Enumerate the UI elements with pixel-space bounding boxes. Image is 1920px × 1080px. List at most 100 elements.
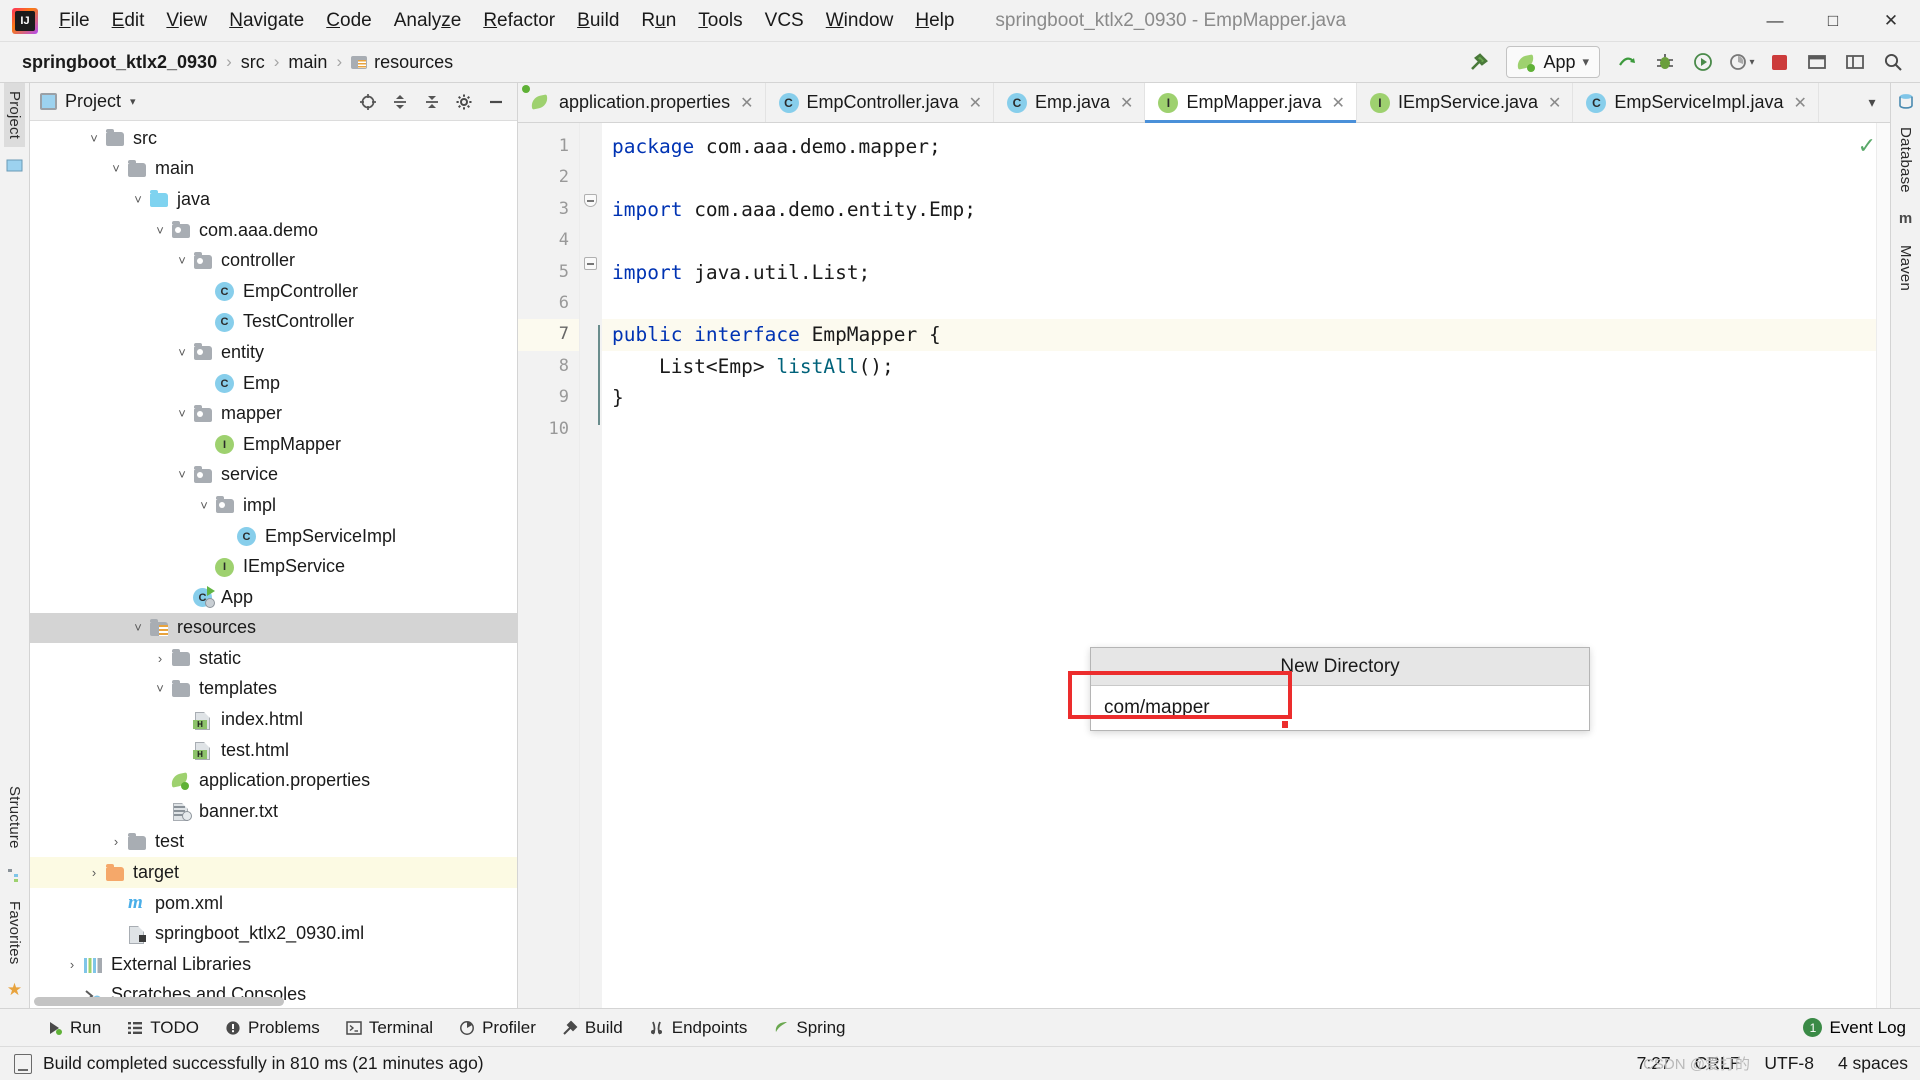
fold-marker-import[interactable] bbox=[584, 257, 597, 270]
code-editor[interactable]: 1 2 3 4 5 6 7 8 9 10 package com.aaa.demo.mapper;… bbox=[518, 123, 1890, 1008]
tree-node-banner-txt[interactable]: banner.txt bbox=[30, 796, 517, 827]
code-folding-gutter[interactable] bbox=[580, 123, 602, 1008]
tree-node-com-aaa-demo[interactable]: ˅ com.aaa.demo bbox=[30, 215, 517, 246]
tree-node-app[interactable]: C App bbox=[30, 582, 517, 613]
line-number[interactable]: 1 bbox=[518, 131, 579, 162]
chevron-down-icon[interactable]: ˅ bbox=[172, 345, 192, 360]
tree-node-springboot-ktlx2-0930-iml[interactable]: springboot_ktlx2_0930.iml bbox=[30, 918, 517, 949]
tree-node-empcontroller[interactable]: C EmpController bbox=[30, 276, 517, 307]
new-directory-dialog[interactable]: New Directory com/mapper bbox=[1090, 647, 1590, 731]
breadcrumb-src[interactable]: src bbox=[241, 52, 265, 73]
build-hammer-icon[interactable] bbox=[1462, 46, 1496, 78]
tab-close-icon[interactable]: ✕ bbox=[740, 93, 753, 113]
event-log-button[interactable]: 1 Event Log bbox=[1803, 1018, 1906, 1038]
updates-icon[interactable] bbox=[1800, 46, 1834, 78]
profile-icon[interactable]: ▾ bbox=[1724, 46, 1758, 78]
rail-tab-project[interactable]: Project bbox=[4, 83, 25, 148]
tree-node-static[interactable]: › static bbox=[30, 643, 517, 674]
code-line[interactable]: } bbox=[602, 382, 1890, 413]
new-directory-input[interactable]: com/mapper bbox=[1091, 686, 1589, 730]
tab-close-icon[interactable]: ✕ bbox=[1548, 93, 1561, 113]
editor-tab-emp-java[interactable]: C Emp.java ✕ bbox=[994, 83, 1146, 122]
inspection-ok-icon[interactable]: ✓ bbox=[1858, 133, 1876, 159]
rail-tab-database[interactable]: Database bbox=[1895, 119, 1916, 201]
error-stripe-scrollbar[interactable] bbox=[1876, 123, 1890, 1008]
menu-tools[interactable]: Tools bbox=[687, 6, 753, 36]
chevron-down-icon[interactable]: ˅ bbox=[172, 406, 192, 421]
rail-tab-favorites[interactable]: Favorites bbox=[4, 893, 25, 973]
project-tree[interactable]: ˅ src ˅ main ˅ java ˅ com.aaa.demo ˅ controller C E… bbox=[30, 121, 517, 1008]
menu-help[interactable]: Help bbox=[904, 6, 965, 36]
menu-edit[interactable]: Edit bbox=[101, 6, 156, 36]
code-line[interactable]: import com.aaa.demo.entity.Emp; bbox=[602, 194, 1890, 225]
tree-node-external-libraries[interactable]: › External Libraries bbox=[30, 949, 517, 980]
editor-tab-empmapper-java[interactable]: I EmpMapper.java ✕ bbox=[1145, 83, 1357, 123]
menu-build[interactable]: Build bbox=[566, 6, 630, 36]
tree-node-templates[interactable]: ˅ templates bbox=[30, 674, 517, 705]
line-number[interactable]: 4 bbox=[518, 225, 579, 256]
tabs-overflow-icon[interactable]: ▾ bbox=[1854, 83, 1890, 122]
code-line[interactable] bbox=[602, 225, 1890, 256]
menu-window[interactable]: Window bbox=[815, 6, 905, 36]
chevron-down-icon[interactable]: ˅ bbox=[194, 498, 214, 513]
line-number[interactable]: 2 bbox=[518, 162, 579, 193]
chevron-down-icon[interactable]: ˅ bbox=[84, 131, 104, 146]
stop-icon[interactable] bbox=[1762, 46, 1796, 78]
run-with-coverage-icon[interactable] bbox=[1610, 46, 1644, 78]
file-encoding[interactable]: UTF-8 bbox=[1764, 1053, 1814, 1074]
search-everywhere-icon[interactable] bbox=[1876, 46, 1910, 78]
tree-node-service[interactable]: ˅ service bbox=[30, 460, 517, 491]
tree-node-application-properties[interactable]: application.properties bbox=[30, 765, 517, 796]
tree-node-target[interactable]: › target bbox=[30, 857, 517, 888]
code-line[interactable] bbox=[602, 414, 1890, 445]
tree-node-resources[interactable]: ˅ resources bbox=[30, 612, 517, 644]
chevron-down-icon[interactable]: ˅ bbox=[150, 681, 170, 696]
expand-all-icon[interactable] bbox=[385, 88, 415, 116]
line-number[interactable]: 8 bbox=[518, 351, 579, 382]
tree-node-test-html[interactable]: Htest.html bbox=[30, 735, 517, 766]
tree-node-entity[interactable]: ˅ entity bbox=[30, 337, 517, 368]
line-number[interactable]: 7 bbox=[518, 319, 579, 351]
tree-node-impl[interactable]: ˅ impl bbox=[30, 490, 517, 521]
maximize-button[interactable]: □ bbox=[1804, 0, 1862, 42]
chevron-down-icon[interactable]: ˅ bbox=[172, 467, 192, 482]
code-line[interactable] bbox=[602, 288, 1890, 319]
tool-window-problems[interactable]: Problems bbox=[212, 1015, 333, 1041]
chevron-down-icon[interactable]: ˅ bbox=[150, 223, 170, 238]
tree-node-src[interactable]: ˅ src bbox=[30, 123, 517, 154]
chevron-down-icon[interactable]: ▾ bbox=[130, 95, 136, 108]
chevron-right-icon[interactable]: › bbox=[84, 865, 104, 880]
debug-icon[interactable] bbox=[1648, 46, 1682, 78]
tool-window-profiler[interactable]: Profiler bbox=[446, 1015, 549, 1041]
code-line[interactable] bbox=[602, 162, 1890, 193]
tree-horizontal-scrollbar[interactable] bbox=[34, 997, 284, 1006]
settings-gear-icon[interactable] bbox=[449, 88, 479, 116]
tree-node-main[interactable]: ˅ main bbox=[30, 154, 517, 185]
tree-node-emp[interactable]: C Emp bbox=[30, 368, 517, 399]
status-message-icon[interactable] bbox=[14, 1053, 32, 1074]
editor-tab-iempservice-java[interactable]: I IEmpService.java ✕ bbox=[1357, 83, 1574, 122]
close-button[interactable]: ✕ bbox=[1862, 0, 1920, 42]
run-icon[interactable] bbox=[1686, 46, 1720, 78]
tab-close-icon[interactable]: ✕ bbox=[1793, 93, 1806, 113]
tab-close-icon[interactable]: ✕ bbox=[969, 93, 982, 113]
collapse-all-icon[interactable] bbox=[417, 88, 447, 116]
tool-window-run[interactable]: Run bbox=[34, 1015, 114, 1041]
tree-node-mapper[interactable]: ˅ mapper bbox=[30, 398, 517, 429]
tree-node-testcontroller[interactable]: C TestController bbox=[30, 307, 517, 338]
chevron-right-icon[interactable]: › bbox=[150, 651, 170, 666]
editor-tab-application-properties[interactable]: application.properties ✕ bbox=[518, 83, 766, 122]
menu-vcs[interactable]: VCS bbox=[754, 6, 815, 36]
minimize-button[interactable]: — bbox=[1746, 0, 1804, 42]
menu-analyze[interactable]: Analyze bbox=[383, 6, 473, 36]
run-configuration-selector[interactable]: App ▾ bbox=[1506, 46, 1600, 78]
menu-code[interactable]: Code bbox=[315, 6, 382, 36]
tool-window-build[interactable]: Build bbox=[549, 1015, 636, 1041]
tree-node-index-html[interactable]: Hindex.html bbox=[30, 704, 517, 735]
chevron-right-icon[interactable]: › bbox=[106, 834, 126, 849]
tree-node-controller[interactable]: ˅ controller bbox=[30, 245, 517, 276]
tree-node-empmapper[interactable]: I EmpMapper bbox=[30, 429, 517, 460]
tree-node-java[interactable]: ˅ java bbox=[30, 184, 517, 215]
line-number[interactable]: 3 bbox=[518, 194, 579, 225]
chevron-down-icon[interactable]: ˅ bbox=[128, 620, 148, 635]
